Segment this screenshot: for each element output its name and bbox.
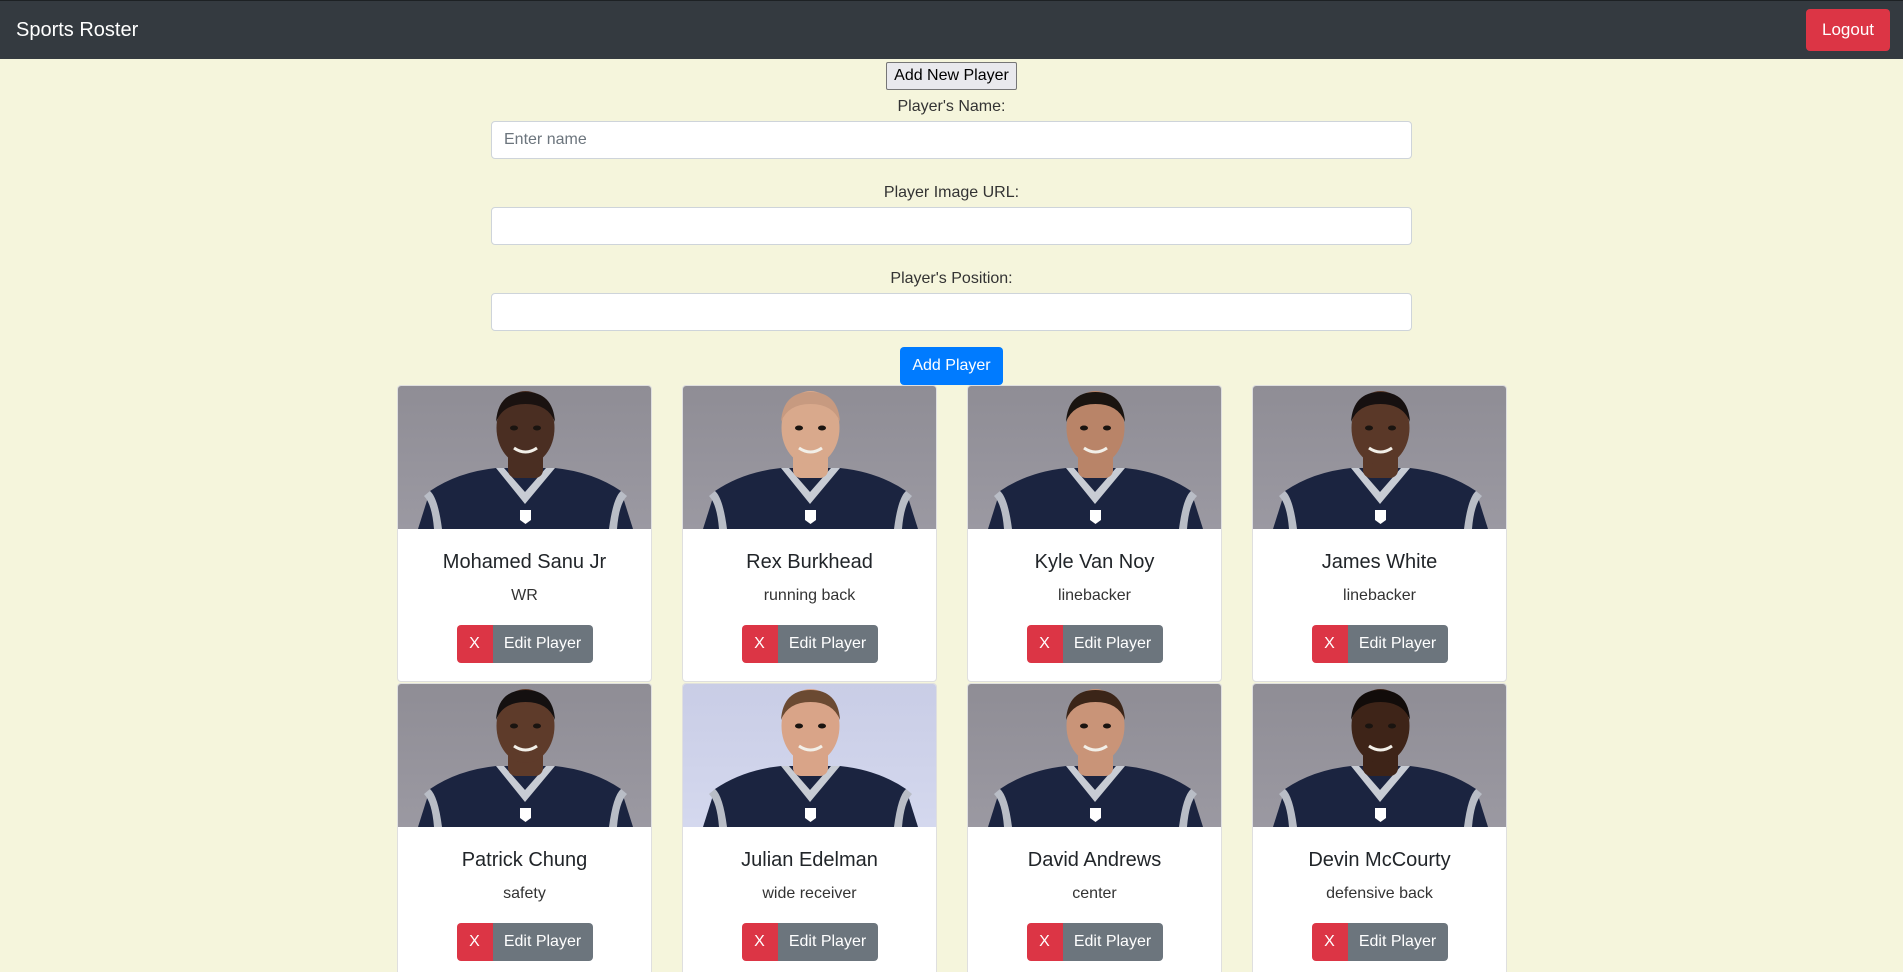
edit-player-button[interactable]: Edit Player (1347, 625, 1448, 663)
player-photo (1253, 684, 1506, 827)
player-position: defensive back (1326, 885, 1433, 902)
player-photo (398, 386, 651, 529)
player-position: safety (503, 885, 546, 902)
card-actions: X Edit Player (1253, 923, 1506, 961)
card-actions: X Edit Player (1253, 625, 1506, 663)
player-name-label: Player's Name: (897, 98, 1006, 115)
player-name: Julian Edelman (741, 849, 878, 871)
edit-player-button[interactable]: Edit Player (777, 923, 878, 961)
player-position: center (1072, 885, 1117, 902)
player-card: Patrick Chung safety X Edit Player (397, 683, 652, 972)
delete-player-button[interactable]: X (456, 625, 493, 663)
player-name-input[interactable] (491, 121, 1412, 159)
card-actions: X Edit Player (398, 625, 651, 663)
player-photo (968, 386, 1221, 529)
player-photo (683, 386, 936, 529)
player-photo (398, 684, 651, 827)
player-name: Devin McCourty (1308, 849, 1451, 871)
player-position: WR (511, 587, 538, 604)
player-card: James White linebacker X Edit Player (1252, 385, 1507, 682)
add-new-player-toggle[interactable]: Add New Player (886, 62, 1017, 90)
player-image-input[interactable] (491, 207, 1412, 245)
player-position: wide receiver (762, 885, 857, 902)
delete-player-button[interactable]: X (1311, 923, 1348, 961)
position-field-group: Player's Position: (0, 264, 1903, 331)
player-name: David Andrews (1027, 849, 1162, 871)
brand-title[interactable]: Sports Roster (16, 19, 138, 42)
edit-player-button[interactable]: Edit Player (492, 923, 593, 961)
edit-player-button[interactable]: Edit Player (777, 625, 878, 663)
player-photo (968, 684, 1221, 827)
player-grid: Mohamed Sanu Jr WR X Edit Player Rex Burkhea… (397, 385, 1507, 972)
delete-player-button[interactable]: X (1026, 923, 1063, 961)
add-player-form: Add New Player (0, 59, 1903, 90)
player-position: linebacker (1058, 587, 1131, 604)
add-player-button[interactable]: Add Player (900, 347, 1003, 385)
player-position-input[interactable] (491, 293, 1412, 331)
player-name: Rex Burkhead (746, 551, 873, 573)
delete-player-button[interactable]: X (741, 625, 778, 663)
card-actions: X Edit Player (683, 625, 936, 663)
player-position: running back (763, 587, 856, 604)
navbar: Sports Roster Logout (0, 0, 1903, 59)
card-actions: X Edit Player (398, 923, 651, 961)
player-card: David Andrews center X Edit Player (967, 683, 1222, 972)
player-card: Kyle Van Noy linebacker X Edit Player (967, 385, 1222, 682)
name-field-group: Player's Name: (0, 92, 1903, 159)
player-image-label: Player Image URL: (883, 184, 1020, 201)
delete-player-button[interactable]: X (456, 923, 493, 961)
player-position: linebacker (1343, 587, 1416, 604)
edit-player-button[interactable]: Edit Player (1062, 923, 1163, 961)
player-card: Julian Edelman wide receiver X Edit Player (682, 683, 937, 972)
card-actions: X Edit Player (968, 625, 1221, 663)
player-name: Kyle Van Noy (1034, 551, 1155, 573)
player-card: Mohamed Sanu Jr WR X Edit Player (397, 385, 652, 682)
player-name: Patrick Chung (461, 849, 588, 871)
player-name: James White (1321, 551, 1438, 573)
delete-player-button[interactable]: X (1026, 625, 1063, 663)
player-card: Rex Burkhead running back X Edit Player (682, 385, 937, 682)
card-actions: X Edit Player (683, 923, 936, 961)
player-photo (683, 684, 936, 827)
card-actions: X Edit Player (968, 923, 1221, 961)
delete-player-button[interactable]: X (741, 923, 778, 961)
edit-player-button[interactable]: Edit Player (1062, 625, 1163, 663)
player-position-label: Player's Position: (890, 270, 1013, 287)
logout-button[interactable]: Logout (1806, 9, 1890, 51)
edit-player-button[interactable]: Edit Player (1347, 923, 1448, 961)
edit-player-button[interactable]: Edit Player (492, 625, 593, 663)
player-name: Mohamed Sanu Jr (442, 551, 607, 573)
player-card: Devin McCourty defensive back X Edit Player (1252, 683, 1507, 972)
player-photo (1253, 386, 1506, 529)
delete-player-button[interactable]: X (1311, 625, 1348, 663)
image-field-group: Player Image URL: (0, 178, 1903, 245)
